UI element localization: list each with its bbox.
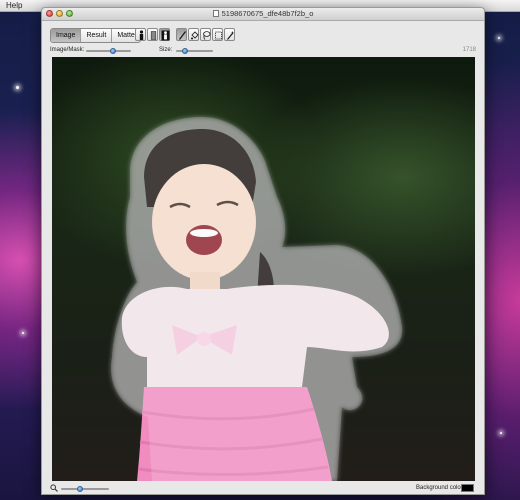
image-mask-slider-knob[interactable] (110, 48, 116, 54)
size-slider-knob[interactable] (182, 48, 189, 54)
desktop-star (22, 332, 24, 334)
background-color-swatch[interactable] (461, 484, 474, 492)
status-bar: Background color: (42, 483, 484, 494)
magic-wand-tool-button[interactable] (224, 28, 235, 41)
view-result-button[interactable]: Result (81, 29, 113, 42)
zoom-slider-knob[interactable] (77, 486, 84, 492)
view-mode-control: Image Result Matte (50, 28, 141, 43)
zoom-slider[interactable] (61, 486, 109, 492)
desktop-star (500, 432, 502, 434)
brush-icon (179, 31, 186, 40)
size-value: 1718 (462, 47, 476, 53)
background-color-label: Background color: (416, 485, 465, 491)
fill-tool-button[interactable] (188, 28, 199, 41)
zoom-magnifier-icon (50, 484, 58, 492)
unknown-region-icon (150, 31, 157, 40)
rectangle-select-icon (215, 31, 222, 40)
foreground-figure-icon (139, 30, 144, 40)
desktop-star (16, 86, 19, 89)
magic-wand-icon (227, 31, 235, 40)
background-tool-button[interactable] (159, 28, 170, 41)
view-image-button[interactable]: Image (51, 29, 82, 42)
foreground-tool-button[interactable] (135, 28, 146, 41)
window-title: 5198670675_dfe48b7f2b_o (42, 8, 484, 20)
window-title-text: 5198670675_dfe48b7f2b_o (221, 9, 314, 18)
rect-select-tool-button[interactable] (212, 28, 223, 41)
desktop-star (498, 37, 500, 39)
title-bar: 5198670675_dfe48b7f2b_o (42, 8, 484, 21)
brush-tool-button[interactable] (176, 28, 187, 41)
menu-help[interactable]: Help (6, 0, 22, 11)
lasso-tool-button[interactable] (200, 28, 211, 41)
size-slider[interactable] (176, 48, 213, 54)
unknown-tool-button[interactable] (147, 28, 158, 41)
lasso-icon (203, 31, 211, 40)
toolbar: Image Result Matte Image/Mask: Size: 171… (42, 21, 484, 55)
photo-with-mask-overlay (111, 117, 403, 481)
image-canvas[interactable] (52, 57, 475, 481)
app-window: 5198670675_dfe48b7f2b_o Image Result Mat… (41, 7, 485, 495)
background-figure-icon (161, 30, 170, 41)
image-mask-slider[interactable] (86, 48, 131, 54)
image-mask-label: Image/Mask: (50, 47, 85, 53)
paint-bucket-icon (191, 31, 199, 40)
document-icon (212, 10, 219, 17)
size-label: Size: (159, 47, 173, 53)
